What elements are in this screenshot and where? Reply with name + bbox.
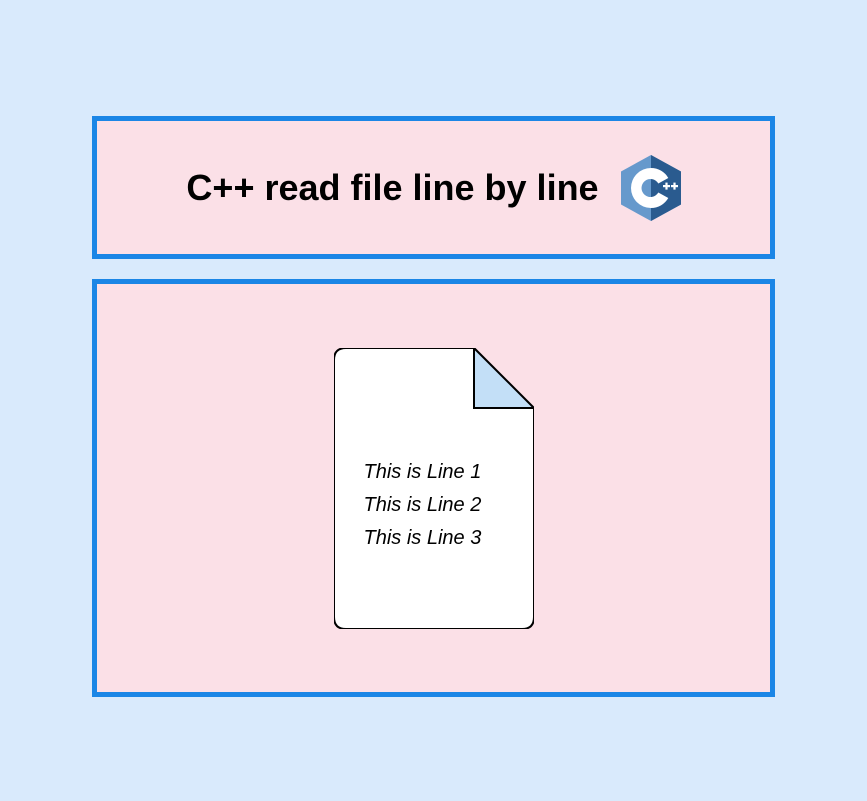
- file-line: This is Line 2: [364, 489, 514, 522]
- file-document: This is Line 1 This is Line 2 This is Li…: [334, 348, 534, 629]
- file-line: This is Line 3: [364, 522, 514, 555]
- cpp-logo-icon: [621, 155, 681, 221]
- file-line: This is Line 1: [364, 456, 514, 489]
- body-panel: This is Line 1 This is Line 2 This is Li…: [92, 279, 775, 697]
- file-content: This is Line 1 This is Line 2 This is Li…: [364, 456, 514, 555]
- page-title: C++ read file line by line: [186, 167, 598, 209]
- header-panel: C++ read file line by line: [92, 116, 775, 259]
